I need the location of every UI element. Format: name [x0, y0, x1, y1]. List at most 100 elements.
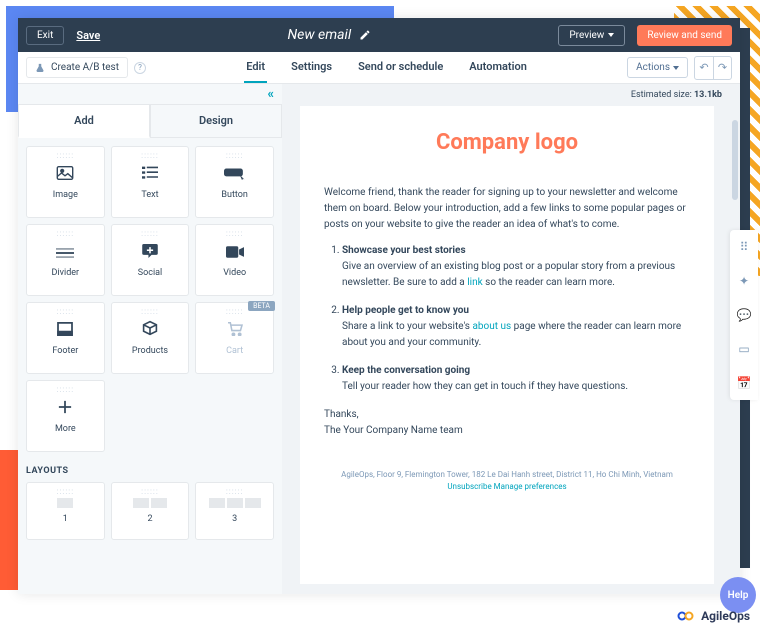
undo-redo-group: ↶ ↷: [694, 56, 732, 80]
block-text[interactable]: ::::::Text: [111, 146, 190, 218]
undo-button[interactable]: ↶: [695, 57, 713, 79]
drag-handle-icon: ::::::: [57, 385, 75, 394]
block-more[interactable]: ::::::More: [26, 380, 105, 452]
layout-1[interactable]: ::::::1: [26, 482, 105, 540]
button-icon: [224, 165, 246, 184]
collapse-sidebar-button[interactable]: «: [18, 84, 282, 104]
social-icon: [142, 243, 158, 262]
sub-bar: Create A/B test ? Edit Settings Send or …: [18, 52, 740, 84]
rail-sparkle-icon[interactable]: ✦: [730, 264, 758, 298]
create-ab-test-button[interactable]: Create A/B test: [26, 57, 128, 78]
block-social[interactable]: ::::::Social: [111, 224, 190, 296]
drag-handle-icon: ::::::: [226, 487, 244, 496]
drag-handle-icon: ::::::: [141, 307, 159, 316]
side-tab-add[interactable]: Add: [18, 104, 150, 138]
layout-preview-icon: [209, 498, 261, 508]
review-send-button[interactable]: Review and send: [637, 25, 732, 46]
tab-edit[interactable]: Edit: [244, 52, 267, 83]
rail-comment-icon[interactable]: 💬: [730, 298, 758, 332]
layouts-heading: LAYOUTS: [26, 466, 274, 476]
tab-settings[interactable]: Settings: [289, 52, 334, 83]
layout-preview-icon: [57, 498, 73, 508]
help-fab[interactable]: Help: [720, 577, 756, 613]
save-link[interactable]: Save: [76, 29, 100, 42]
block-label: Footer: [52, 346, 78, 356]
block-label: More: [55, 424, 76, 434]
side-tab-design[interactable]: Design: [150, 104, 282, 137]
image-icon: [56, 165, 74, 184]
body-link[interactable]: about us: [472, 321, 511, 332]
drag-handle-icon: ::::::: [141, 151, 159, 160]
drag-handle-icon: ::::::: [141, 229, 159, 238]
brand-logo: AgileOps: [677, 609, 750, 623]
block-image[interactable]: ::::::Image: [26, 146, 105, 218]
tab-automation[interactable]: Automation: [467, 52, 529, 83]
block-divider[interactable]: ::::::Divider: [26, 224, 105, 296]
layout-preview-icon: [133, 498, 167, 508]
welcome-text: Welcome friend, thank the reader for sig…: [324, 185, 690, 233]
thanks-text: Thanks,: [324, 407, 690, 423]
rail-window-icon[interactable]: ▭: [730, 332, 758, 366]
layout-label: 1: [63, 514, 68, 524]
block-video[interactable]: ::::::Video: [195, 224, 274, 296]
text-icon: [142, 165, 158, 184]
layout-label: 3: [232, 514, 237, 524]
drag-handle-icon: ::::::: [226, 307, 244, 316]
main-tabs: Edit Settings Send or schedule Automatio…: [152, 52, 621, 83]
ab-help-icon[interactable]: ?: [134, 62, 146, 74]
top-bar: Exit Save New email Preview Review and s…: [18, 18, 740, 52]
rail-calendar-icon[interactable]: 📅: [730, 366, 758, 400]
app-frame: Exit Save New email Preview Review and s…: [18, 18, 740, 594]
estimated-size: Estimated size: 13.1kb: [282, 84, 740, 106]
email-list-item: Help people get to know youShare a link …: [342, 303, 690, 351]
edit-title-icon[interactable]: [359, 29, 371, 41]
drag-handle-icon: ::::::: [57, 151, 75, 160]
redo-button[interactable]: ↷: [713, 57, 731, 79]
block-footer[interactable]: ::::::Footer: [26, 302, 105, 374]
layout-3[interactable]: ::::::3: [195, 482, 274, 540]
beta-badge: BETA: [248, 301, 275, 311]
team-text: The Your Company Name team: [324, 423, 690, 439]
right-rail: ⠿ ✦ 💬 ▭ 📅: [730, 230, 758, 400]
block-button[interactable]: ::::::Button: [195, 146, 274, 218]
block-label: Divider: [52, 268, 80, 278]
rail-grid-icon[interactable]: ⠿: [730, 230, 758, 264]
email-list-item: Showcase your best storiesGive an overvi…: [342, 243, 690, 291]
block-cart[interactable]: ::::::Cart BETA: [195, 302, 274, 374]
body-link[interactable]: link: [467, 277, 482, 288]
manage-preferences-link[interactable]: Manage preferences: [494, 482, 567, 491]
flask-icon: [35, 63, 45, 73]
divider-icon: [56, 243, 74, 262]
block-label: Social: [138, 268, 162, 278]
sidebar: « Add Design ::::::Image::::::Text::::::…: [18, 84, 282, 594]
drag-handle-icon: ::::::: [141, 487, 159, 496]
drag-handle-icon: ::::::: [57, 487, 75, 496]
actions-button[interactable]: Actions: [627, 57, 688, 78]
layout-2[interactable]: ::::::2: [111, 482, 190, 540]
block-label: Cart: [226, 346, 243, 356]
cart-icon: [227, 321, 243, 340]
drag-handle-icon: ::::::: [57, 229, 75, 238]
email-footer: AgileOps, Floor 9, Flemington Tower, 182…: [300, 451, 714, 503]
preview-button[interactable]: Preview: [558, 25, 625, 46]
canvas: Estimated size: 13.1kb Company logo Welc…: [282, 84, 740, 594]
page-title: New email: [288, 27, 352, 43]
tab-send-schedule[interactable]: Send or schedule: [356, 52, 445, 83]
block-label: Image: [53, 190, 78, 200]
footer-icon: [57, 321, 73, 340]
block-label: Video: [223, 268, 246, 278]
block-label: Button: [221, 190, 247, 200]
video-icon: [226, 243, 244, 262]
block-products[interactable]: ::::::Products: [111, 302, 190, 374]
email-list-item: Keep the conversation goingTell your rea…: [342, 363, 690, 395]
more-icon: [58, 399, 72, 418]
email-preview[interactable]: Company logo Welcome friend, thank the r…: [300, 106, 714, 584]
exit-button[interactable]: Exit: [26, 26, 64, 45]
block-label: Text: [141, 190, 158, 200]
products-icon: [142, 320, 158, 340]
unsubscribe-link[interactable]: Unsubscribe: [447, 482, 491, 491]
drag-handle-icon: ::::::: [57, 307, 75, 316]
block-label: Products: [132, 346, 168, 356]
company-logo-heading: Company logo: [300, 120, 714, 173]
ab-label: Create A/B test: [51, 62, 119, 73]
